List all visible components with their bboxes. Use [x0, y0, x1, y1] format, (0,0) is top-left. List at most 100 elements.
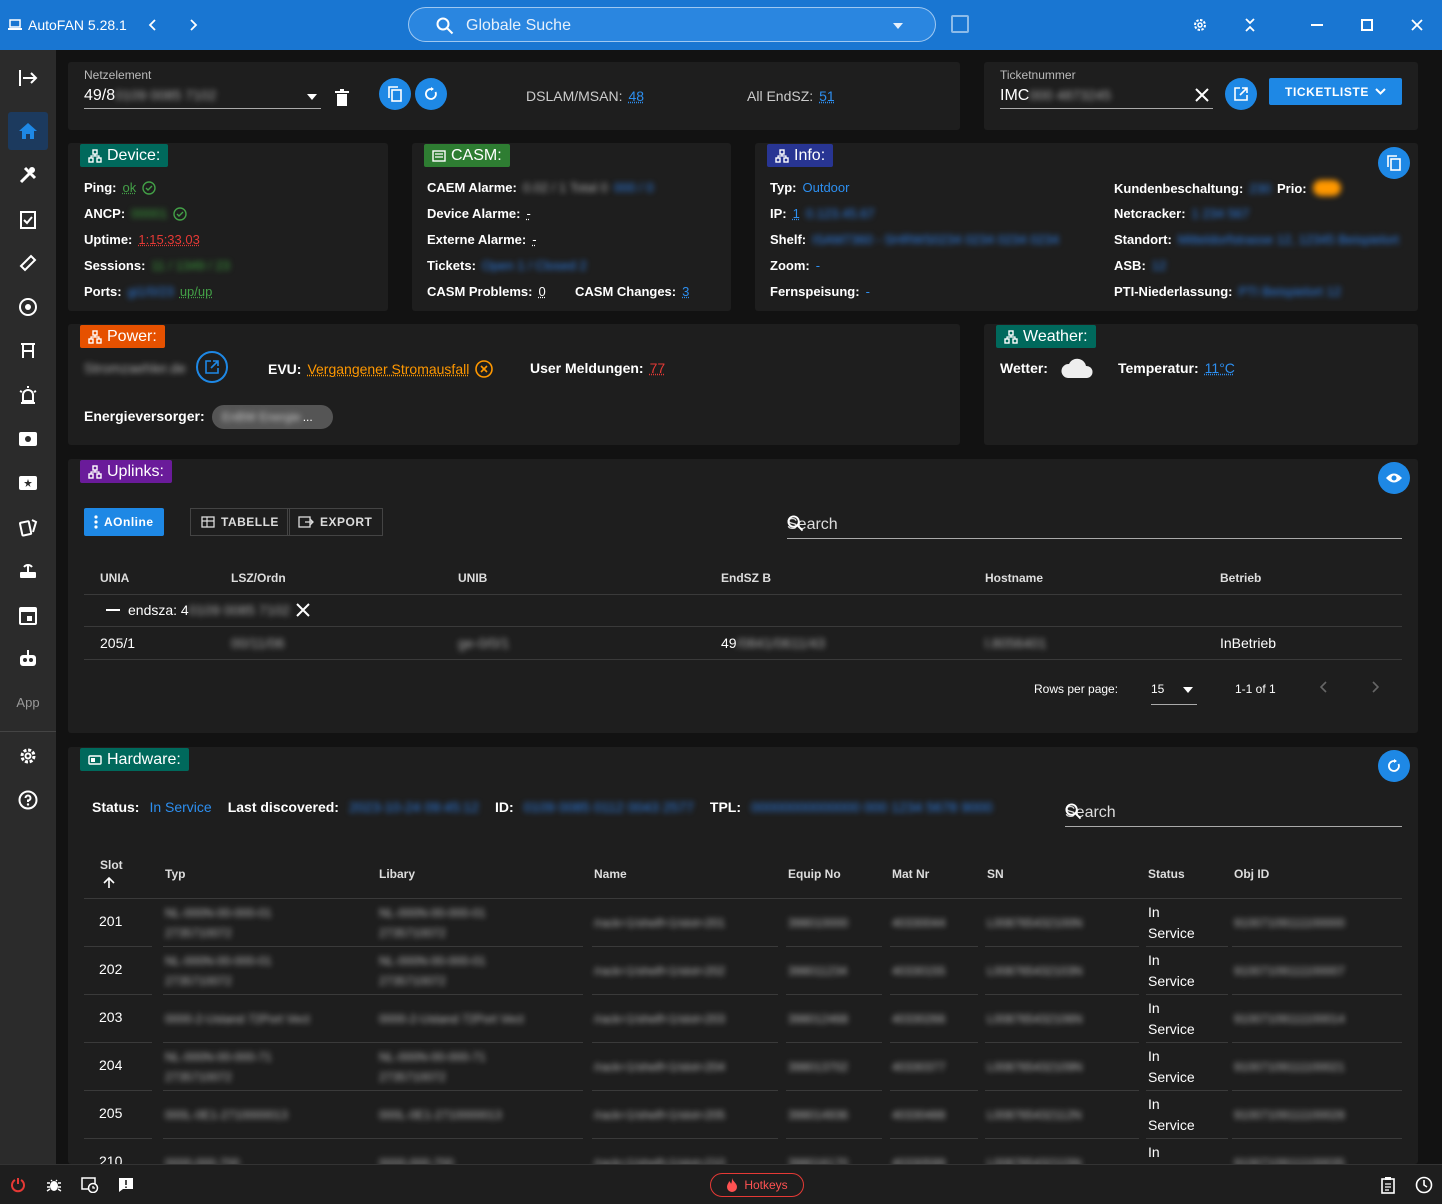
- rows-per-page-select[interactable]: 15: [1151, 675, 1197, 705]
- close-circle-icon[interactable]: [475, 360, 494, 378]
- col-slot[interactable]: Slot: [100, 858, 123, 872]
- toggle-visibility-button[interactable]: [1378, 462, 1410, 494]
- gear-icon[interactable]: [1189, 14, 1211, 36]
- global-search-input[interactable]: Globale Suche: [408, 7, 936, 42]
- col-hostname[interactable]: Hostname: [985, 571, 1043, 585]
- clock-icon[interactable]: [1414, 1175, 1434, 1195]
- tabelle-button[interactable]: TABELLE: [190, 508, 290, 536]
- externe-alarme-value[interactable]: -: [532, 232, 536, 247]
- ticket-input[interactable]: IMC000 4873245: [1000, 87, 1213, 109]
- expand-sidebar-icon[interactable]: [8, 59, 48, 97]
- refresh-hardware-button[interactable]: [1378, 750, 1410, 782]
- user-meldungen-value[interactable]: 77: [650, 360, 666, 376]
- col-unib[interactable]: UNIB: [458, 571, 487, 585]
- col-name[interactable]: Name: [594, 867, 627, 881]
- ruler-icon[interactable]: [8, 244, 48, 282]
- next-page-icon[interactable]: [1371, 681, 1379, 693]
- copy-info-button[interactable]: [1378, 147, 1410, 179]
- alarm-light-icon[interactable]: [8, 376, 48, 414]
- feedback-icon[interactable]: [116, 1175, 136, 1195]
- calendar-icon[interactable]: [8, 596, 48, 634]
- col-matnr[interactable]: Mat Nr: [892, 867, 929, 881]
- close-icon[interactable]: [1406, 14, 1428, 36]
- col-equipno[interactable]: Equip No: [788, 867, 841, 881]
- ticketliste-button[interactable]: TICKETLISTE: [1269, 78, 1402, 105]
- casm-problems-value[interactable]: 0: [538, 284, 545, 299]
- device-alarme-value[interactable]: -: [526, 206, 530, 221]
- hardware-search-input[interactable]: Search: [1065, 801, 1402, 827]
- table-row[interactable]: 202 NL-000N-00-000-01 2735710072 NL-000N-0…: [68, 947, 1418, 995]
- history-icon[interactable]: [80, 1175, 100, 1195]
- dslam-link[interactable]: 48: [628, 88, 644, 104]
- uplinks-panel: Uplinks: AOnline TABELLE EXPORT Search U…: [68, 459, 1418, 733]
- uptime-value[interactable]: 1:15:33.03: [138, 232, 199, 247]
- col-libary[interactable]: Libary: [379, 867, 415, 881]
- export-icon: [298, 516, 314, 528]
- uplinks-search-input[interactable]: Search: [787, 513, 1402, 539]
- table-row[interactable]: 204 NL-000N-00-000-71 2735710072 NL-000N-0…: [68, 1043, 1418, 1091]
- open-ticket-button[interactable]: [1225, 78, 1257, 110]
- ip-value[interactable]: 1: [793, 206, 800, 221]
- cards-icon[interactable]: [8, 508, 48, 546]
- col-endszb[interactable]: EndSZ B: [721, 571, 771, 585]
- col-betrieb[interactable]: Betrieb: [1220, 571, 1261, 585]
- sort-ascending-icon[interactable]: [103, 877, 115, 889]
- chevron-down-icon[interactable]: [893, 23, 903, 29]
- col-sn[interactable]: SN: [987, 867, 1004, 881]
- open-power-button[interactable]: [196, 351, 228, 383]
- bug-icon[interactable]: [44, 1175, 64, 1195]
- cell-name: /rack=1/shelf=1/slot=201: [594, 916, 726, 930]
- delete-icon[interactable]: [335, 89, 349, 107]
- home-icon[interactable]: [8, 112, 48, 150]
- col-objid[interactable]: Obj ID: [1234, 867, 1269, 881]
- ticket-icon[interactable]: [8, 420, 48, 458]
- ticket-star-icon[interactable]: [8, 464, 48, 502]
- energieversorger-chip[interactable]: EnBW Energie...: [212, 405, 333, 429]
- back-arrow-icon[interactable]: [142, 14, 164, 36]
- table-row[interactable]: 201 NL-000N-00-000-01 2735710072 NL-000N-0…: [68, 899, 1418, 947]
- col-lsz[interactable]: LSZ/Ordn: [231, 571, 286, 585]
- forward-arrow-icon[interactable]: [182, 14, 204, 36]
- tools-icon[interactable]: [8, 156, 48, 194]
- export-button[interactable]: EXPORT: [287, 508, 384, 536]
- col-typ[interactable]: Typ: [165, 867, 185, 881]
- restart-icon[interactable]: [8, 1175, 28, 1195]
- topology-icon[interactable]: [8, 332, 48, 370]
- refresh-button[interactable]: [415, 78, 447, 110]
- help-icon[interactable]: [8, 781, 48, 819]
- ticket-label: Ticketnummer: [1000, 68, 1076, 82]
- checkbox[interactable]: [951, 15, 969, 33]
- table-row[interactable]: 205 000L-0E1-2710000013 000L-0E1-271000001…: [68, 1091, 1418, 1139]
- clipboard-icon[interactable]: [1378, 1175, 1398, 1195]
- netzelement-select[interactable]: 49/80109 0085 7102: [84, 87, 321, 109]
- casm-changes-value[interactable]: 3: [682, 284, 689, 299]
- prev-page-icon[interactable]: [1320, 681, 1328, 693]
- temperatur-value[interactable]: 11°C: [1205, 360, 1235, 376]
- collapse-icon[interactable]: [1239, 14, 1261, 36]
- col-unia[interactable]: UNIA: [100, 571, 129, 585]
- maximize-icon[interactable]: [1356, 14, 1378, 36]
- remove-group-icon[interactable]: [296, 603, 310, 617]
- aonline-button[interactable]: AOnline: [84, 508, 164, 536]
- network-icon[interactable]: [8, 288, 48, 326]
- energieversorger-row: Energieversorger:: [84, 408, 205, 424]
- clipboard-check-icon[interactable]: [8, 200, 48, 238]
- ports-value[interactable]: up/up: [180, 284, 213, 299]
- col-status[interactable]: Status: [1148, 867, 1185, 881]
- robot-icon[interactable]: [8, 640, 48, 678]
- table-row[interactable]: 210 0000-000-700 0000-000-700/rack=1/shelf…: [68, 1139, 1418, 1164]
- table-row[interactable]: 203 0000-2-Ustand 72Port Vect 0000-2-Ustan…: [68, 995, 1418, 1043]
- sidebar-app-label[interactable]: App: [0, 695, 56, 710]
- evu-value[interactable]: Vergangener Stromausfall: [307, 361, 469, 377]
- endsz-link[interactable]: 51: [819, 88, 835, 104]
- ping-value[interactable]: ok: [123, 180, 137, 195]
- cell-betrieb: InBetrieb: [1220, 635, 1277, 651]
- fernspeisung-row: Fernspeisung: -: [770, 284, 870, 299]
- copy-button[interactable]: [379, 78, 411, 110]
- clear-icon[interactable]: [1195, 88, 1209, 102]
- collapse-group-icon[interactable]: [106, 609, 120, 611]
- hotkeys-button[interactable]: Hotkeys: [710, 1173, 804, 1197]
- minimize-icon[interactable]: [1306, 14, 1328, 36]
- settings-gear-icon[interactable]: [8, 737, 48, 775]
- router-icon[interactable]: [8, 552, 48, 590]
